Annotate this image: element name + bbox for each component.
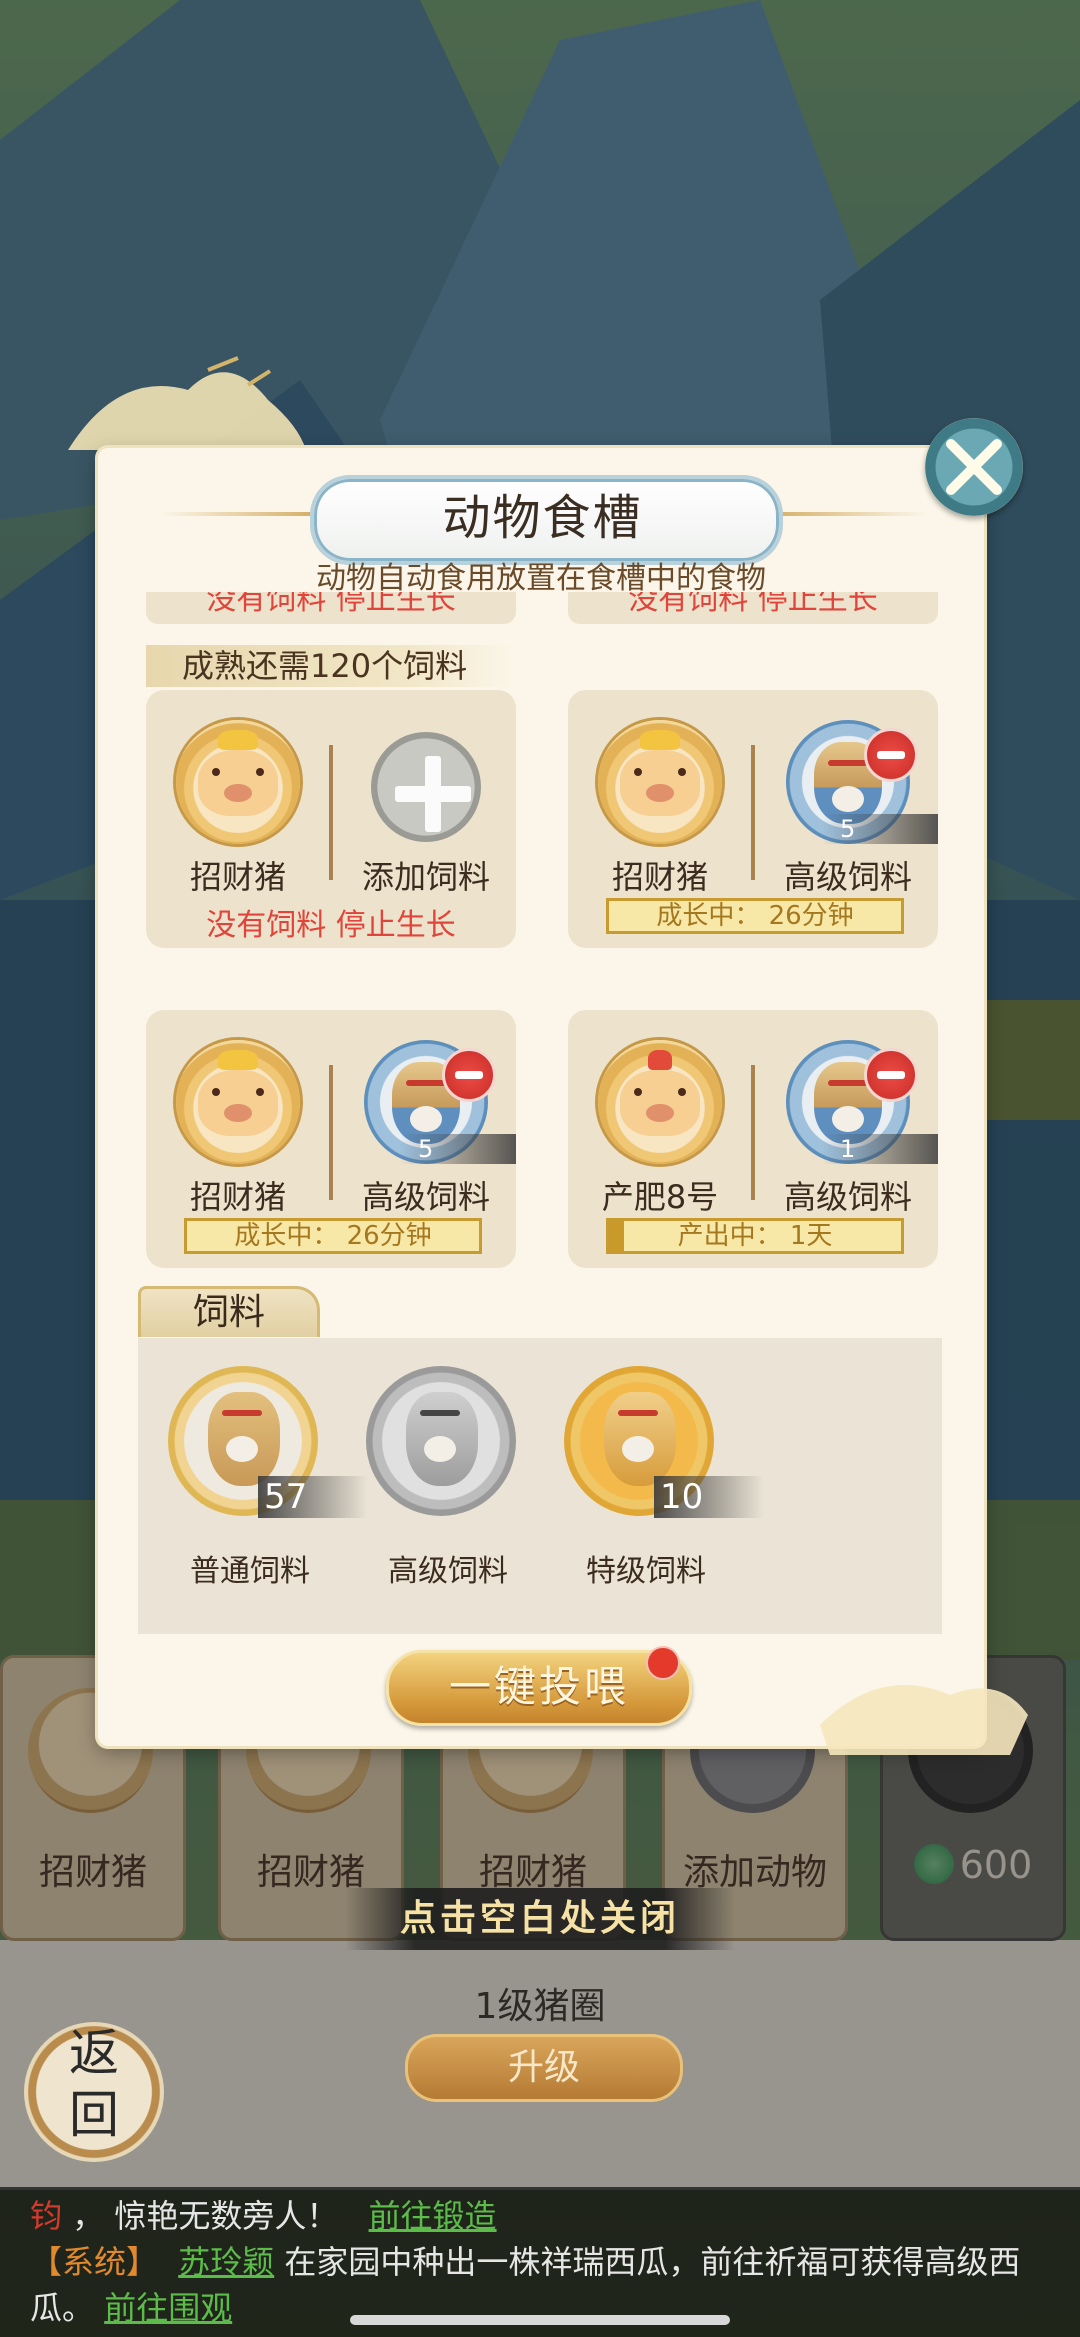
chat-system-tag: 【系统】 [30,2243,159,2281]
dialog-subtitle: 动物自动食用放置在食槽中的食物 [316,561,766,596]
chat-player-name[interactable]: 苏玲颖 [178,2243,274,2281]
inventory-label: 高级饲料 [388,1554,508,1589]
chat-text: 瓜。 [30,2289,95,2327]
gold-ingot-icon [218,730,258,750]
progress-fill [609,1221,624,1251]
pig-icon[interactable] [176,720,300,844]
close-hint: 点击空白处关闭 [345,1888,735,1950]
animal-name: 产肥8号 [601,1178,719,1216]
upgrade-button[interactable]: 升级 [405,2034,683,2102]
back-button-char: 回 [69,2086,119,2144]
add-feed-icon[interactable] [371,732,481,842]
feed-name: 高级饲料 [361,1178,490,1216]
divider [329,745,333,880]
notification-dot [646,1646,680,1680]
status-text: 产出中： 1天 [677,1221,833,1251]
inventory-qty: 10 [654,1476,764,1518]
title-ornament [775,512,925,516]
divider [751,1065,755,1200]
trough-card: 1 产肥8号 高级饲料 产出中： 1天 [568,1010,938,1268]
chat-link-forge[interactable]: 前往锻造 [369,2197,497,2235]
inventory-item-premium-feed[interactable]: 高级饲料 [358,1366,518,1589]
pig-face [620,1070,700,1136]
chat-text: 在家园中种出一株祥瑞西瓜，前往祈福可获得高级西 [284,2243,1021,2281]
feed-qty: 5 [822,814,938,844]
remove-feed-button[interactable] [864,728,918,782]
chat-line: 【系统】 苏玲颖 在家园中种出一株祥瑞西瓜，前往祈福可获得高级西 [30,2239,1070,2285]
trough-card-partial: 没有饲料 停止生长 [568,592,938,624]
divider [329,1065,333,1200]
pig-face [198,1070,278,1136]
inventory-item-common-feed[interactable]: 57 普通饲料 [160,1366,368,1589]
status-text: 成长中： 26分钟 [234,1221,432,1251]
feed-section-tab: 饲料 [138,1286,320,1337]
feed-bag-icon [406,1392,478,1486]
chat-link-watch[interactable]: 前往围观 [104,2289,232,2327]
trough-card: 招财猪 添加饲料 没有饲料 停止生长 [146,690,516,948]
pig-face [620,750,700,816]
close-button[interactable] [925,418,1023,516]
close-icon [946,439,1002,495]
home-indicator[interactable] [350,2315,730,2325]
trough-card: 5 招财猪 高级饲料 成长中： 26分钟 [146,1010,516,1268]
feed-qty: 1 [822,1134,938,1164]
chat-player-name[interactable]: 钧 [30,2197,62,2235]
feed-name: 添加饲料 [361,858,490,896]
feed-bag-icon [208,1392,280,1486]
gold-ingot-icon [218,1050,258,1070]
growth-status-bar: 成长中： 26分钟 [184,1218,482,1254]
feed-name: 高级饲料 [783,1178,912,1216]
pig-icon[interactable] [176,1040,300,1164]
feed-bag-icon [604,1392,676,1486]
fat-pig-icon[interactable] [598,1040,722,1164]
pig-icon[interactable] [598,720,722,844]
cloud-decoration [820,1685,1028,1755]
production-status-bar: 产出中： 1天 [606,1218,904,1254]
title-ornament [160,512,310,516]
gold-ingot-icon [640,730,680,750]
dialog-title: 动物食槽 [442,490,643,546]
back-button-char: 返 [69,2024,119,2082]
inventory-label: 普通饲料 [190,1554,310,1589]
inventory-item-special-feed[interactable]: 10 特级饲料 [556,1366,764,1589]
divider [751,745,755,880]
animal-name: 招财猪 [611,858,708,896]
pig-face [198,750,278,816]
mature-requirement-tag: 成熟还需120个饲料 [146,645,514,687]
hat-icon [648,1050,672,1070]
trough-card-partial: 没有饲料 停止生长 [146,592,516,624]
trough-card: 5 招财猪 高级饲料 成长中： 26分钟 [568,690,938,948]
trough-status: 没有饲料 停止生长 [568,592,938,624]
feed-name: 高级饲料 [783,858,912,896]
trough-status: 没有饲料 停止生长 [146,592,516,624]
growth-status-bar: 成长中： 26分钟 [606,898,904,934]
animal-name: 招财猪 [189,858,286,896]
animal-name: 招财猪 [189,1178,286,1216]
inventory-qty: 57 [258,1476,368,1518]
premium-feed-icon-disabled [366,1366,516,1516]
status-text: 成长中： 26分钟 [656,901,854,931]
feed-qty: 5 [400,1134,516,1164]
back-button[interactable]: 返 回 [24,2022,164,2162]
inventory-label: 特级饲料 [586,1554,706,1589]
feed-inventory-panel: 57 普通饲料 高级饲料 10 特级饲料 [138,1338,942,1634]
chat-text: ， 惊艳无数旁人！ [72,2197,339,2235]
remove-feed-button[interactable] [864,1048,918,1102]
chat-line: 钧 ， 惊艳无数旁人！ 前往锻造 [30,2193,1070,2239]
remove-feed-button[interactable] [442,1048,496,1102]
trough-status: 没有饲料 停止生长 [206,908,456,943]
